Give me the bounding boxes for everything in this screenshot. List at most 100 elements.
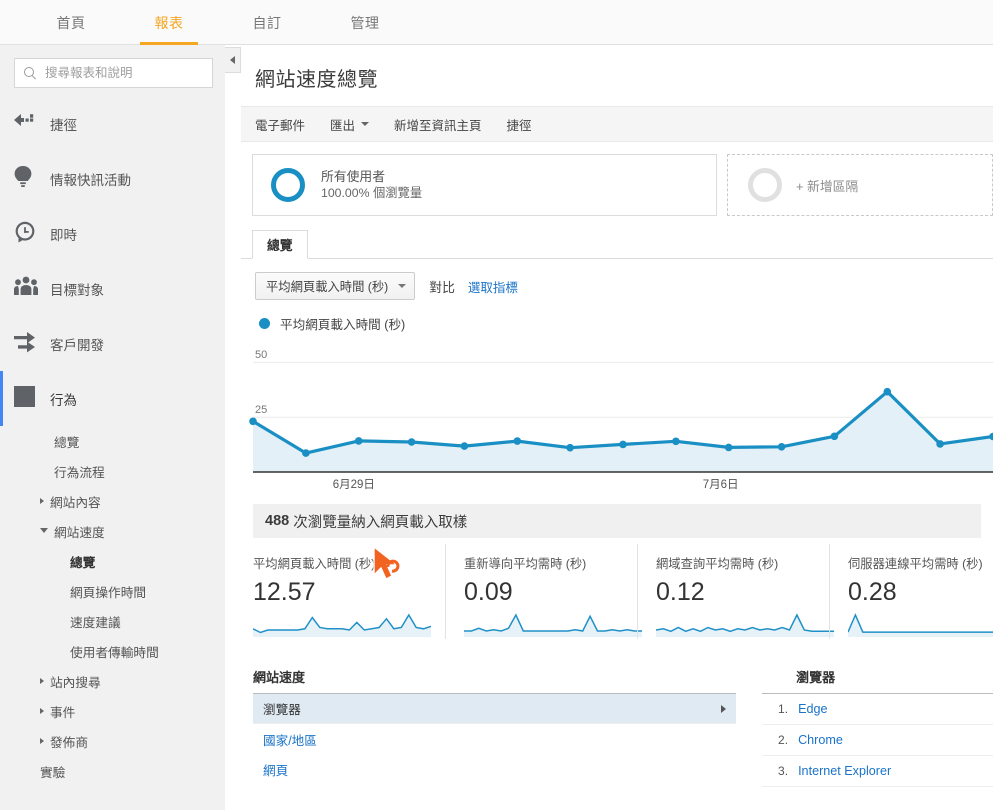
sidebar-subitem-總覽[interactable]: 總覽 bbox=[0, 546, 225, 576]
sidebar-item-label: 客戶開發 bbox=[50, 337, 104, 353]
nav-tab-label: 報表 bbox=[154, 14, 184, 31]
sidebar-item-0[interactable]: 捷徑 bbox=[0, 96, 225, 151]
sidebar-subitem-網頁操作時間[interactable]: 網頁操作時間 bbox=[0, 576, 225, 606]
sidebar-item-5[interactable]: 行為 bbox=[0, 371, 225, 426]
legend-color-swatch bbox=[259, 318, 270, 329]
metric-card-value: 0.28 bbox=[848, 578, 897, 606]
sidebar-item-1[interactable]: 情報快訊活動 bbox=[0, 151, 225, 206]
sidebar-subitem-label: 使用者傳輸時間 bbox=[70, 645, 159, 660]
nav-tab-0[interactable]: 首頁 bbox=[22, 0, 120, 45]
site-speed-row-1[interactable]: 國家/地區 bbox=[253, 724, 736, 754]
sidebar-subitem-站內搜尋[interactable]: 站內搜尋 bbox=[0, 666, 225, 696]
clock-icon bbox=[14, 221, 48, 247]
sidebar-subitem-總覽[interactable]: 總覽 bbox=[0, 426, 225, 456]
metric-card-value: 0.09 bbox=[464, 578, 513, 606]
action-label: 捷徑 bbox=[506, 118, 532, 133]
action-1[interactable]: 匯出 bbox=[330, 115, 370, 134]
sidebar-subitem-label: 發佈商 bbox=[50, 735, 89, 750]
search-input[interactable] bbox=[43, 65, 208, 81]
action-3[interactable]: 捷徑 bbox=[507, 115, 532, 134]
segment-all-users[interactable]: 所有使用者 100.00% 個瀏覽量 bbox=[252, 154, 717, 216]
metric-card-title: 伺服器連線平均需時 (秒) bbox=[848, 557, 983, 571]
content-tabstrip: 總覽 bbox=[241, 230, 993, 259]
sidebar-subitem-label: 速度建議 bbox=[70, 615, 121, 630]
metric-card-sparkline bbox=[847, 613, 993, 637]
site-speed-row-2[interactable]: 網頁 bbox=[253, 754, 736, 784]
nav-tab-label: 自訂 bbox=[252, 14, 282, 31]
metric-card-sparkline bbox=[252, 613, 432, 637]
metric-card-3: 伺服器連線平均需時 (秒) 0.28 bbox=[829, 544, 993, 639]
sidebar-item-2[interactable]: 即時 bbox=[0, 206, 225, 261]
bottom-panels: 網站速度 瀏覽器 國家/地區 網頁 瀏覽器 1. Edge 2. Chrome 3. Inte… bbox=[241, 667, 993, 787]
browser-row-name[interactable]: Internet Explorer bbox=[798, 764, 891, 778]
sidebar-subitem-行為流程[interactable]: 行為流程 bbox=[0, 456, 225, 486]
page-title: 網站速度總覽 bbox=[255, 69, 378, 91]
metric-card-sparkline bbox=[655, 613, 834, 637]
sidebar-subitem-速度建議[interactable]: 速度建議 bbox=[0, 606, 225, 636]
sidebar-item-3[interactable]: 目標對象 bbox=[0, 261, 225, 316]
sampling-text: 次瀏覽量納入網頁載入取樣 bbox=[293, 514, 468, 531]
sidebar-subitem-使用者傳輸時間[interactable]: 使用者傳輸時間 bbox=[0, 636, 225, 666]
browser-row-rank: 2. bbox=[778, 733, 789, 747]
sidebar-subitem-label: 網站速度 bbox=[54, 525, 105, 540]
browser-panel: 瀏覽器 1. Edge 2. Chrome 3. Internet Explorer bbox=[762, 667, 993, 787]
behavior-layout-icon bbox=[14, 385, 48, 412]
action-0[interactable]: 電子郵件 bbox=[255, 115, 305, 134]
metric-card-0: 平均網頁載入時間 (秒) 12.57 bbox=[252, 544, 445, 639]
chevron-left-icon bbox=[230, 56, 235, 64]
sampling-count: 488 bbox=[265, 513, 290, 529]
browser-row-rank: 3. bbox=[778, 764, 789, 778]
action-label: 電子郵件 bbox=[255, 118, 306, 133]
site-speed-panel-title: 網站速度 bbox=[253, 667, 737, 694]
sidebar-subitem-事件[interactable]: 事件 bbox=[0, 696, 225, 726]
chevron-down-icon bbox=[361, 122, 370, 126]
nav-tab-1[interactable]: 報表 bbox=[120, 0, 218, 45]
sidebar-subitem-網站速度[interactable]: 網站速度 bbox=[0, 516, 225, 546]
compare-label: 對比 bbox=[429, 279, 455, 295]
shortcut-arrow-icon bbox=[14, 111, 48, 137]
browser-row-0: 1. Edge bbox=[762, 694, 993, 725]
browser-row-name[interactable]: Chrome bbox=[798, 733, 843, 747]
sidebar-subitem-label: 網頁操作時間 bbox=[70, 585, 147, 600]
sidebar-search bbox=[0, 45, 225, 88]
browser-row-name[interactable]: Edge bbox=[798, 702, 827, 716]
site-speed-row-0[interactable]: 瀏覽器 bbox=[253, 694, 737, 724]
nav-tab-label: 首頁 bbox=[56, 14, 86, 31]
search-box[interactable] bbox=[14, 58, 213, 88]
action-2[interactable]: 新增至資訊主頁 bbox=[394, 115, 482, 134]
top-navigation: 首頁 報表 自訂 管理 bbox=[0, 0, 993, 45]
sidebar-item-4[interactable]: 客戶開發 bbox=[0, 316, 225, 371]
metric-card-2: 網域查詢平均需時 (秒) 0.12 bbox=[637, 544, 834, 639]
chart-legend: 平均網頁載入時間 (秒) bbox=[241, 300, 993, 333]
sidebar-subitem-label: 總覽 bbox=[54, 435, 80, 450]
nav-tab-2[interactable]: 自訂 bbox=[218, 0, 316, 45]
sidebar-subitem-網站內容[interactable]: 網站內容 bbox=[0, 486, 225, 516]
metric-card-value: 0.12 bbox=[656, 578, 705, 606]
sidebar-item-label: 行為 bbox=[50, 392, 77, 408]
segment-row: 所有使用者 100.00% 個瀏覽量 + 新增區隔 bbox=[241, 142, 993, 216]
select-metric-link[interactable]: 選取指標 bbox=[468, 277, 518, 296]
nav-tab-3[interactable]: 管理 bbox=[316, 0, 414, 45]
behavior-submenu: 總覽 行為流程 網站內容 網站速度 總覽 網頁操作時間 速度建議 使用者傳輸時間 站內搜尋 事件發… bbox=[0, 426, 225, 792]
chart-x-axis-labels: 6月29日 7月6日 bbox=[241, 474, 993, 496]
metric-card-row: 平均網頁載入時間 (秒) 12.57 重新導向平均需時 (秒) 0.09 網域查詢平均需… bbox=[241, 544, 993, 639]
y-axis-tick-0: 25 bbox=[255, 404, 268, 417]
sidebar-collapse-button[interactable] bbox=[225, 47, 241, 73]
sidebar-nav-list: 捷徑 情報快訊活動 即時 目標對象 客戶開發 行為 總覽 行為流程 網站內容 網站速度 總覽 網頁操作… bbox=[0, 96, 225, 792]
sidebar-subitem-發佈商[interactable]: 發佈商 bbox=[0, 726, 225, 756]
chevron-right-icon bbox=[40, 708, 44, 714]
chevron-right-icon bbox=[721, 704, 727, 713]
add-segment-button[interactable]: + 新增區隔 bbox=[727, 154, 993, 216]
sidebar-item-label: 情報快訊活動 bbox=[50, 172, 131, 188]
timeseries-chart[interactable]: 25 50 6月29日 7月6日 bbox=[241, 339, 993, 494]
metric-select-dropdown[interactable]: 平均網頁載入時間 (秒) bbox=[255, 272, 416, 300]
action-toolbar: 電子郵件 匯出 新增至資訊主頁 捷徑 bbox=[241, 106, 993, 142]
sidebar-subitem-label: 站內搜尋 bbox=[50, 675, 101, 690]
action-label: 匯出 bbox=[330, 118, 356, 133]
tab-overview[interactable]: 總覽 bbox=[252, 230, 308, 259]
sidebar-item-label: 即時 bbox=[50, 227, 77, 243]
sidebar-subitem-label: 總覽 bbox=[70, 555, 96, 570]
sidebar-subitem-實驗[interactable]: 實驗 bbox=[0, 756, 225, 786]
main-content: 網站速度總覽 電子郵件 匯出 新增至資訊主頁 捷徑 所有使用者 100.00% 個瀏覽… bbox=[241, 45, 993, 810]
sidebar-item-label: 目標對象 bbox=[50, 282, 104, 298]
